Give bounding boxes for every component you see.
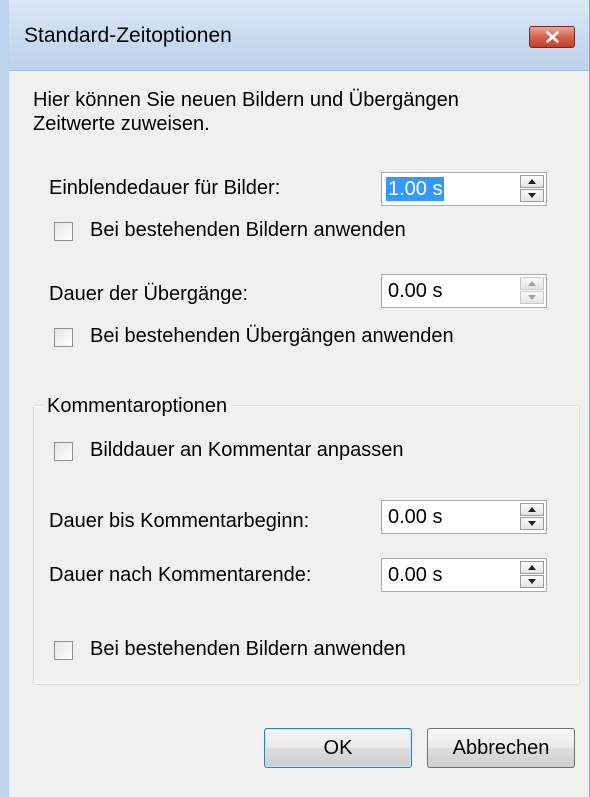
fit-to-comment-label: Bilddauer an Kommentar anpassen [90, 439, 404, 461]
comment-end-delay-value[interactable]: 0.00 s [386, 563, 444, 587]
spin-down-arrow-icon [528, 579, 536, 584]
image-duration-value[interactable]: 1.00 s [386, 177, 445, 201]
transition-duration-arrows [520, 277, 544, 305]
comment-start-delay-arrows [520, 503, 544, 531]
image-duration-down-button[interactable] [520, 189, 544, 202]
dialog-window: Standard-Zeitoptionen Hier können Sie ne… [0, 0, 590, 797]
comment-start-delay-up-button[interactable] [520, 503, 544, 516]
close-icon [546, 31, 559, 43]
title-bar[interactable]: Standard-Zeitoptionen [9, 0, 589, 71]
spin-up-arrow-icon [528, 179, 536, 184]
comment-options-group-title: Kommentaroptionen [43, 395, 232, 418]
dialog-content: Hier können Sie neuen Bildern und Übergä… [9, 71, 589, 797]
spin-up-arrow-icon [528, 565, 536, 570]
image-duration-up-button[interactable] [520, 175, 544, 188]
comment-end-delay-spinner[interactable]: 0.00 s [381, 558, 547, 592]
fit-to-comment-checkbox[interactable] [54, 442, 73, 461]
comment-end-delay-down-button[interactable] [520, 575, 544, 588]
comment-start-delay-label: Dauer bis Kommentarbeginn: [49, 510, 310, 532]
spin-down-arrow-icon [528, 521, 536, 526]
transition-duration-up-button[interactable] [520, 277, 544, 290]
apply-existing-images-checkbox[interactable] [54, 222, 73, 241]
image-duration-spinner[interactable]: 1.00 s [381, 172, 547, 206]
image-duration-arrows [520, 175, 544, 203]
spin-up-arrow-icon [528, 281, 536, 286]
spin-down-arrow-icon [528, 295, 536, 300]
transition-duration-down-button[interactable] [520, 291, 544, 304]
apply-existing-transitions-checkbox[interactable] [54, 328, 73, 347]
close-button[interactable] [529, 26, 575, 48]
comment-start-delay-spinner[interactable]: 0.00 s [381, 500, 547, 534]
spin-up-arrow-icon [528, 507, 536, 512]
apply-existing-images-label: Bei bestehenden Bildern anwenden [90, 219, 406, 241]
image-duration-label: Einblendedauer für Bilder: [49, 177, 281, 199]
apply-existing-images-bottom-label: Bei bestehenden Bildern anwenden [90, 638, 406, 660]
transition-duration-spinner[interactable]: 0.00 s [381, 274, 547, 308]
comment-start-delay-value[interactable]: 0.00 s [386, 505, 444, 529]
spin-down-arrow-icon [528, 193, 536, 198]
comment-end-delay-label: Dauer nach Kommentarende: [49, 564, 312, 586]
comment-end-delay-up-button[interactable] [520, 561, 544, 574]
comment-end-delay-arrows [520, 561, 544, 589]
apply-existing-transitions-label: Bei bestehenden Übergängen anwenden [90, 325, 454, 347]
cancel-button[interactable]: Abbrechen [427, 728, 575, 768]
intro-text: Hier können Sie neuen Bildern und Übergä… [33, 89, 459, 135]
apply-existing-images-bottom-checkbox[interactable] [54, 641, 73, 660]
transition-duration-label: Dauer der Übergänge: [49, 283, 249, 305]
comment-start-delay-down-button[interactable] [520, 517, 544, 530]
transition-duration-value[interactable]: 0.00 s [386, 279, 444, 303]
window-title: Standard-Zeitoptionen [24, 24, 232, 47]
ok-button[interactable]: OK [264, 728, 412, 768]
